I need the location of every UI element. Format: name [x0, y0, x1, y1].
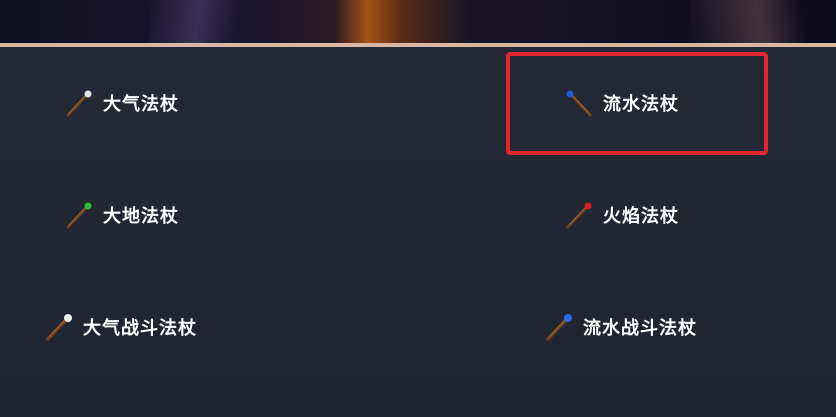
air-staff-icon: [66, 90, 92, 117]
selection-highlight-box: [506, 52, 768, 155]
air-battle-staff-icon: [46, 314, 72, 341]
staff-label: 火焰法杖: [603, 206, 679, 227]
staff-label: 大气战斗法杖: [83, 318, 197, 339]
header-banner-image: [0, 0, 836, 43]
staff-label: 流水战斗法杖: [583, 318, 697, 339]
staff-item-fire[interactable]: 火焰法杖: [564, 200, 679, 230]
staff-label: 大地法杖: [103, 206, 179, 227]
staff-item-water-battle[interactable]: 流水战斗法杖: [544, 312, 697, 342]
water-battle-staff-icon: [546, 314, 572, 341]
staff-item-earth[interactable]: 大地法杖: [64, 200, 179, 230]
staff-label: 大气法杖: [103, 94, 179, 115]
earth-staff-icon: [66, 202, 92, 229]
fire-staff-icon: [566, 202, 592, 229]
staff-item-air-battle[interactable]: 大气战斗法杖: [44, 312, 197, 342]
staff-item-air[interactable]: 大气法杖: [64, 88, 179, 118]
